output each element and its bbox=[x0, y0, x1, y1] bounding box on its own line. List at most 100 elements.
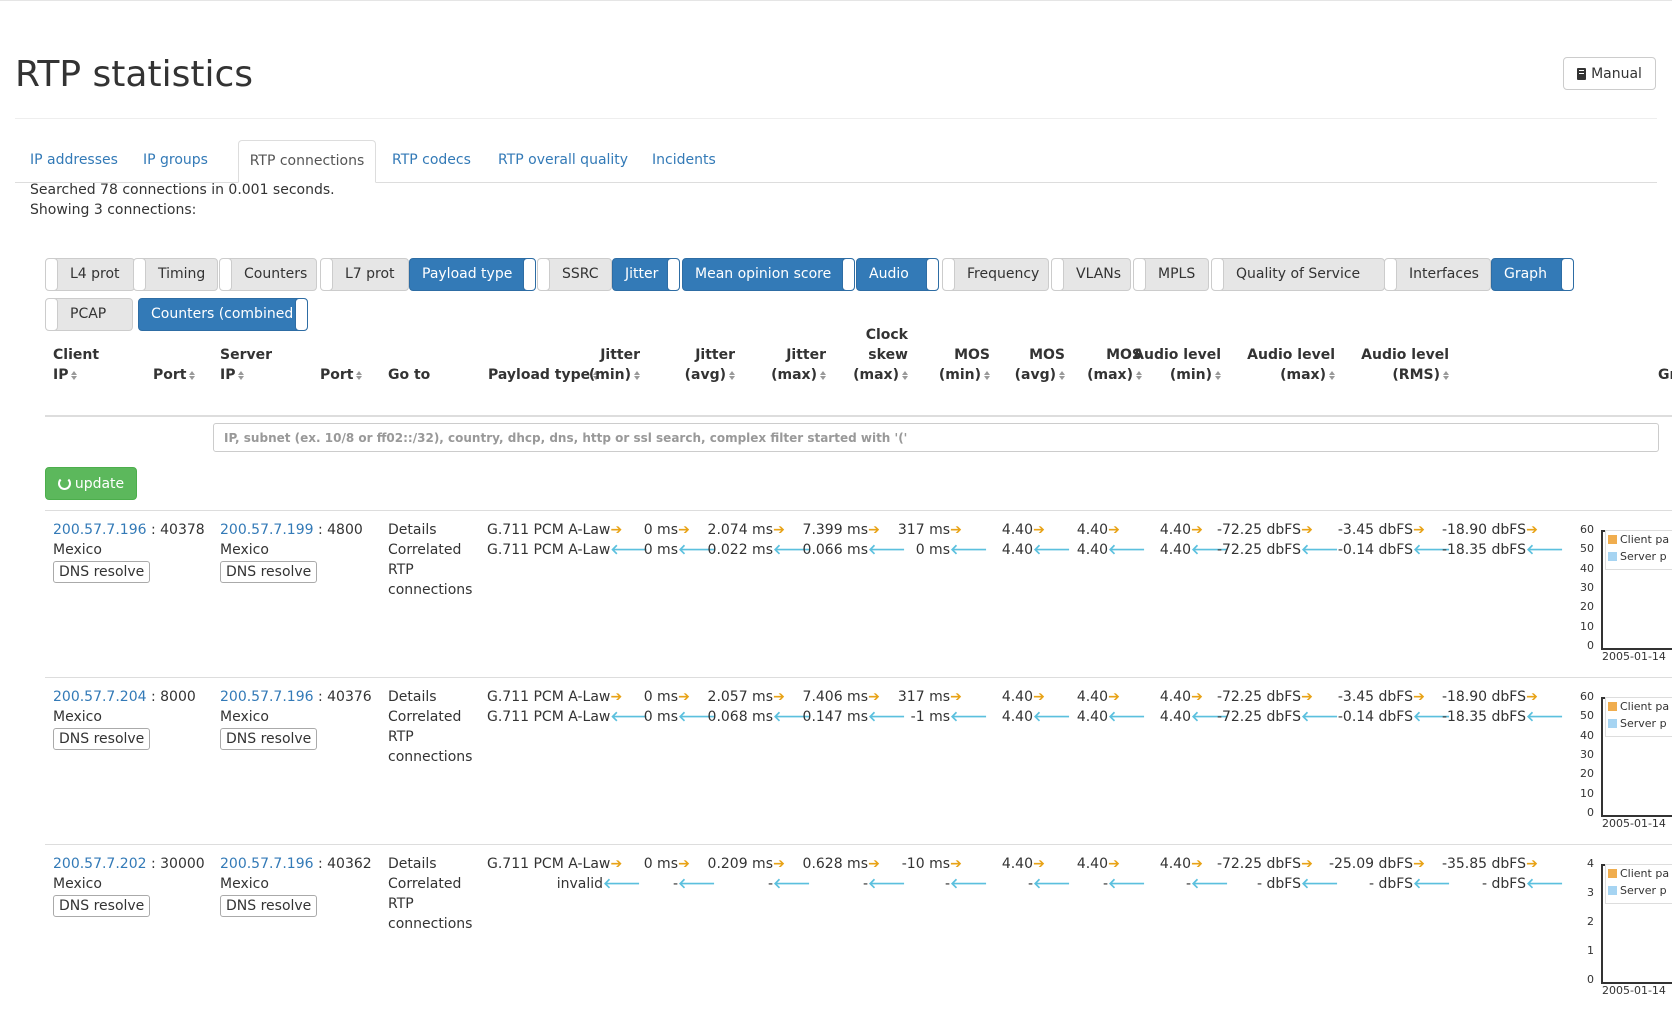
toggle-knob bbox=[295, 299, 307, 330]
toggle-counters-combined[interactable]: Counters (combined bbox=[138, 298, 308, 331]
details-link[interactable]: Details bbox=[388, 854, 437, 874]
toggle-timing[interactable]: Timing bbox=[133, 258, 218, 291]
packets-graph[interactable]: 60 50 40 30 20 10 0 Client pa Server p 2005-01-14 bbox=[1570, 520, 1672, 680]
header-jitter-avg[interactable]: Jitter (avg) bbox=[675, 345, 735, 385]
left-arrow-icon: 🡐 bbox=[1108, 876, 1146, 892]
toggle-ssrc[interactable]: SSRC bbox=[537, 258, 612, 291]
server-ip-cell: 200.57.7.196 : 40362 bbox=[220, 854, 372, 874]
correlated-rtp-link[interactable]: connections bbox=[388, 914, 472, 934]
client-dns-resolve-button[interactable]: DNS resolve bbox=[53, 561, 151, 583]
tab-rtp-overall-quality[interactable]: RTP overall quality bbox=[498, 140, 628, 182]
manual-button[interactable]: Manual bbox=[1563, 57, 1656, 90]
value: 4.40 bbox=[1159, 856, 1191, 872]
correlated-rtp-link[interactable]: RTP bbox=[388, 727, 414, 747]
left-arrow-icon: 🡐 bbox=[1301, 876, 1339, 892]
header-clock-skew[interactable]: Clock skew (max) bbox=[840, 325, 908, 385]
details-link[interactable]: Details bbox=[388, 520, 437, 540]
title-divider bbox=[15, 118, 1657, 119]
toggle-payload-type[interactable]: Payload type bbox=[409, 258, 536, 291]
server-ip-link[interactable]: 200.57.7.196 bbox=[220, 856, 314, 872]
server-dns-resolve-button[interactable]: DNS resolve bbox=[220, 895, 318, 917]
header-mos-min[interactable]: MOS (min) bbox=[930, 345, 990, 385]
header-audio-min[interactable]: Audio level (min) bbox=[1126, 345, 1221, 385]
client-ip-link[interactable]: 200.57.7.202 bbox=[53, 856, 147, 872]
legend-server-label: Server p bbox=[1620, 550, 1667, 563]
audio-rms-out: -18.90 dbFS➔ bbox=[1428, 687, 1538, 707]
header-line: IP bbox=[53, 367, 69, 383]
details-link[interactable]: Details bbox=[388, 687, 437, 707]
tab-incidents[interactable]: Incidents bbox=[652, 140, 716, 182]
toggle-l4-prot[interactable]: L4 prot bbox=[45, 258, 135, 291]
client-ip-link[interactable]: 200.57.7.196 bbox=[53, 522, 147, 538]
left-arrow-icon: 🡐 bbox=[1526, 709, 1564, 725]
toggle-pcap[interactable]: PCAP bbox=[45, 298, 133, 331]
header-jitter-min[interactable]: Jitter (min) bbox=[577, 345, 640, 385]
toggle-graph[interactable]: Graph bbox=[1491, 258, 1574, 291]
packets-graph[interactable]: 4 3 2 1 0 Client pa Server p 2005-01-14 bbox=[1570, 854, 1672, 1014]
toggle-l7-prot[interactable]: L7 prot bbox=[320, 258, 409, 291]
header-server-ip[interactable]: Server IP bbox=[220, 345, 272, 385]
toggle-frequency[interactable]: Frequency bbox=[942, 258, 1049, 291]
header-server-port[interactable]: Port bbox=[320, 365, 363, 385]
value: 4.40 bbox=[1159, 689, 1191, 705]
toggle-jitter[interactable]: Jitter bbox=[612, 258, 680, 291]
audio-max-out: -25.09 dbFS➔ bbox=[1320, 854, 1425, 874]
value: 4.40 bbox=[1076, 709, 1108, 725]
payload-in: G.711 PCM A-Law🡐 bbox=[487, 707, 648, 727]
toggle-mpls[interactable]: MPLS bbox=[1133, 258, 1209, 291]
toggle-quality-of-service[interactable]: Quality of Service bbox=[1211, 258, 1385, 291]
manual-label: Manual bbox=[1591, 65, 1642, 82]
header-line: (RMS) bbox=[1392, 367, 1440, 383]
sort-icon bbox=[356, 371, 363, 380]
tab-ip-addresses[interactable]: IP addresses bbox=[30, 140, 118, 182]
toggle-audio[interactable]: Audio bbox=[856, 258, 939, 291]
toggle-label: VLANs bbox=[1076, 266, 1122, 282]
header-client-port[interactable]: Port bbox=[153, 365, 196, 385]
mos-avg-in: 4.40🡐 bbox=[1060, 540, 1146, 560]
toggle-mean-opinion-score[interactable]: Mean opinion score bbox=[682, 258, 855, 291]
mos-min-out: 4.40➔ bbox=[985, 687, 1045, 707]
correlated-rtp-link[interactable]: RTP bbox=[388, 894, 414, 914]
header-line: Audio level bbox=[1361, 347, 1449, 363]
client-ip-link[interactable]: 200.57.7.204 bbox=[53, 689, 147, 705]
header-client-ip[interactable]: Client IP bbox=[53, 345, 99, 385]
client-swatch bbox=[1608, 869, 1617, 878]
jitter-max-out: 7.399 ms➔ bbox=[795, 520, 880, 540]
client-dns-resolve-button[interactable]: DNS resolve bbox=[53, 895, 151, 917]
tab-rtp-connections[interactable]: RTP connections bbox=[238, 140, 376, 183]
jitter-min-out: 0 ms➔ bbox=[630, 687, 690, 707]
correlated-rtp-link[interactable]: Correlated bbox=[388, 707, 461, 727]
tab-rtp-codecs[interactable]: RTP codecs bbox=[392, 140, 471, 182]
header-mos-avg[interactable]: MOS (avg) bbox=[1005, 345, 1065, 385]
legend-client-label: Client pa bbox=[1620, 533, 1670, 546]
sort-icon bbox=[1329, 371, 1335, 380]
header-jitter-max[interactable]: Jitter (max) bbox=[758, 345, 826, 385]
header-audio-rms[interactable]: Audio level (RMS) bbox=[1349, 345, 1449, 385]
toggle-interfaces[interactable]: Interfaces bbox=[1384, 258, 1491, 291]
server-ip-link[interactable]: 200.57.7.199 bbox=[220, 522, 314, 538]
tab-ip-groups[interactable]: IP groups bbox=[143, 140, 208, 182]
client-dns-resolve-button[interactable]: DNS resolve bbox=[53, 728, 151, 750]
toggle-vlans[interactable]: VLANs bbox=[1051, 258, 1131, 291]
correlated-rtp-link[interactable]: connections bbox=[388, 747, 472, 767]
toggle-knob bbox=[1561, 259, 1573, 290]
toggle-counters[interactable]: Counters bbox=[219, 258, 317, 291]
header-graph: Gr bbox=[1658, 365, 1672, 385]
correlated-rtp-link[interactable]: Correlated bbox=[388, 874, 461, 894]
correlated-rtp-link[interactable]: RTP bbox=[388, 560, 414, 580]
filter-input[interactable] bbox=[213, 423, 1659, 452]
value: 0.628 ms bbox=[802, 856, 868, 872]
packets-graph[interactable]: 60 50 40 30 20 10 0 Client pa Server p 2005-01-14 bbox=[1570, 687, 1672, 847]
y-tick-label: 1 bbox=[1587, 944, 1594, 957]
y-tick-label: 20 bbox=[1580, 767, 1594, 781]
header-audio-max[interactable]: Audio level (max) bbox=[1240, 345, 1335, 385]
correlated-rtp-link[interactable]: connections bbox=[388, 580, 472, 600]
server-dns-resolve-button[interactable]: DNS resolve bbox=[220, 728, 318, 750]
right-arrow-icon: ➔ bbox=[868, 522, 880, 538]
left-arrow-icon: 🡐 bbox=[868, 876, 906, 892]
correlated-rtp-link[interactable]: Correlated bbox=[388, 540, 461, 560]
server-dns-resolve-button[interactable]: DNS resolve bbox=[220, 561, 318, 583]
server-ip-link[interactable]: 200.57.7.196 bbox=[220, 689, 314, 705]
y-tick-label: 0 bbox=[1587, 806, 1594, 819]
update-button[interactable]: update bbox=[45, 467, 137, 500]
